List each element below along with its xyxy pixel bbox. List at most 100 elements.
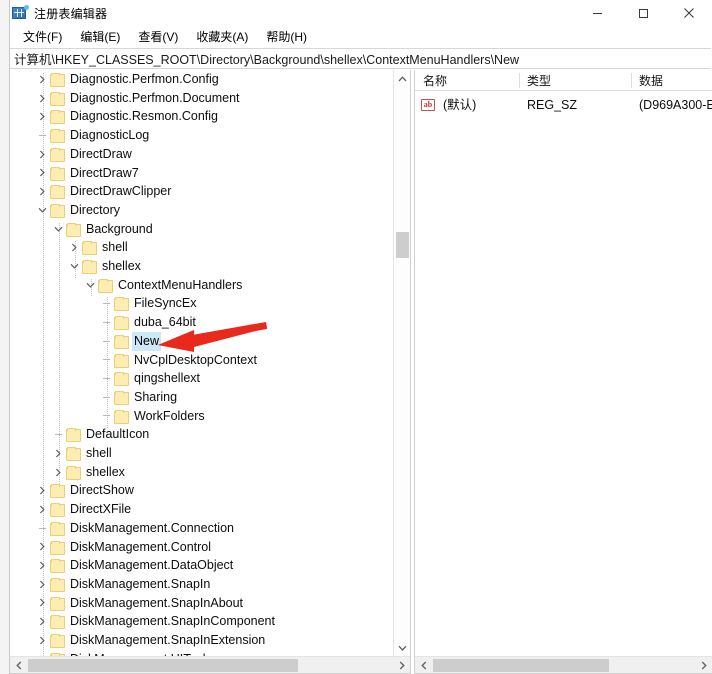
tree-scroll-down-icon[interactable] bbox=[394, 639, 410, 656]
tree-node[interactable]: NvCplDesktopContext bbox=[10, 351, 410, 370]
tree-node-label: Sharing bbox=[134, 389, 178, 404]
column-header-data[interactable]: 数据 bbox=[631, 70, 712, 91]
folder-icon bbox=[66, 447, 81, 461]
tree-vertical-scrollbar[interactable] bbox=[393, 70, 410, 656]
tree-leaf-marker-icon bbox=[98, 369, 114, 388]
values-scroll-left-icon[interactable] bbox=[415, 657, 432, 674]
value-name: (默认) bbox=[443, 98, 477, 112]
tree-node[interactable]: duba_64bit bbox=[10, 313, 410, 332]
tree-leaf-marker-icon bbox=[98, 388, 114, 407]
chevron-right-icon[interactable] bbox=[34, 70, 50, 89]
chevron-right-icon[interactable] bbox=[50, 463, 66, 482]
tree-node[interactable]: DirectXFile bbox=[10, 500, 410, 519]
menu-edit[interactable]: 编辑(E) bbox=[71, 27, 129, 47]
tree-leaf-marker-icon bbox=[98, 313, 114, 332]
tree-scroll-left-icon[interactable] bbox=[10, 657, 27, 674]
tree-node[interactable]: shell bbox=[10, 444, 410, 463]
chevron-right-icon[interactable] bbox=[34, 612, 50, 631]
minimize-button[interactable] bbox=[574, 0, 620, 26]
chevron-right-icon[interactable] bbox=[34, 538, 50, 557]
tree-node[interactable]: DirectDraw bbox=[10, 145, 410, 164]
column-header-name[interactable]: 名称 bbox=[415, 70, 519, 91]
chevron-right-icon[interactable] bbox=[34, 594, 50, 613]
chevron-right-icon[interactable] bbox=[34, 107, 50, 126]
folder-icon bbox=[82, 260, 97, 274]
tree-node[interactable]: DiskManagement.Control bbox=[10, 538, 410, 557]
menu-bar: 文件(F) 编辑(E) 查看(V) 收藏夹(A) 帮助(H) bbox=[10, 26, 712, 48]
chevron-right-icon[interactable] bbox=[34, 575, 50, 594]
close-button[interactable] bbox=[666, 0, 712, 26]
folder-icon bbox=[66, 222, 81, 237]
tree-node[interactable]: shellex bbox=[10, 463, 410, 482]
tree-node[interactable]: DiskManagement.SnapInComponent bbox=[10, 612, 410, 631]
tree-node[interactable]: shell bbox=[10, 238, 410, 257]
tree-node[interactable]: DirectDraw7 bbox=[10, 164, 410, 183]
tree-node-label: DiskManagement.Connection bbox=[70, 520, 234, 535]
chevron-right-icon[interactable] bbox=[34, 164, 50, 183]
tree-node[interactable]: shellex bbox=[10, 257, 410, 276]
chevron-right-icon[interactable] bbox=[34, 481, 50, 500]
column-header-type[interactable]: 类型 bbox=[519, 70, 631, 91]
tree-hscrollbar-thumb[interactable] bbox=[28, 659, 298, 672]
chevron-right-icon[interactable] bbox=[34, 89, 50, 108]
tree-node-label: DirectDraw bbox=[70, 146, 132, 161]
tree-node[interactable]: WorkFolders bbox=[10, 407, 410, 426]
tree-node[interactable]: DiskManagement.SnapInAbout bbox=[10, 594, 410, 613]
folder-icon bbox=[50, 634, 65, 648]
tree-node[interactable]: DefaultIcon bbox=[10, 425, 410, 444]
tree-node[interactable]: DiagnosticLog bbox=[10, 126, 410, 145]
value-data: (D969A300-E bbox=[639, 98, 712, 112]
chevron-down-icon[interactable] bbox=[50, 220, 66, 239]
tree-node[interactable]: Sharing bbox=[10, 388, 410, 407]
menu-file[interactable]: 文件(F) bbox=[14, 27, 71, 47]
tree-node[interactable]: DiskManagement.Connection bbox=[10, 519, 410, 538]
tree-node[interactable]: Directory bbox=[10, 201, 410, 220]
tree-node-selected[interactable]: New bbox=[10, 331, 410, 351]
chevron-right-icon[interactable] bbox=[34, 631, 50, 650]
chevron-down-icon[interactable] bbox=[82, 276, 98, 295]
string-value-icon: ab bbox=[421, 99, 435, 111]
tree-node[interactable]: Diagnostic.Perfmon.Document bbox=[10, 89, 410, 108]
tree-node-label: DiagnosticLog bbox=[70, 128, 150, 143]
tree-node[interactable]: FileSyncEx bbox=[10, 294, 410, 313]
address-bar[interactable]: 计算机\HKEY_CLASSES_ROOT\Directory\Backgrou… bbox=[10, 48, 711, 69]
tree-scroll-up-icon[interactable] bbox=[394, 70, 410, 87]
tree-node-label: shellex bbox=[86, 464, 125, 479]
tree-leaf-marker-icon bbox=[98, 332, 114, 351]
tree-node[interactable]: DiskManagement.SnapIn bbox=[10, 575, 410, 594]
tree-node[interactable]: Background bbox=[10, 220, 410, 239]
tree-node[interactable]: DirectShow bbox=[10, 481, 410, 500]
tree-node[interactable]: DiskManagement.SnapInExtension bbox=[10, 631, 410, 650]
menu-help[interactable]: 帮助(H) bbox=[257, 27, 316, 47]
folder-icon bbox=[50, 540, 65, 555]
folder-icon bbox=[82, 241, 97, 256]
tree-node[interactable]: ContextMenuHandlers bbox=[10, 276, 410, 295]
chevron-down-icon[interactable] bbox=[66, 257, 82, 276]
chevron-right-icon[interactable] bbox=[34, 556, 50, 575]
tree-scroll-right-icon[interactable] bbox=[393, 657, 410, 674]
menu-favorites[interactable]: 收藏夹(A) bbox=[187, 27, 257, 47]
tree-node-label: DiskManagement.DataObject bbox=[70, 558, 234, 573]
tree-node-label: DirectDraw7 bbox=[70, 165, 139, 180]
tree-horizontal-scrollbar[interactable] bbox=[10, 656, 410, 673]
chevron-right-icon[interactable] bbox=[34, 182, 50, 201]
chevron-down-icon[interactable] bbox=[34, 201, 50, 220]
menu-view[interactable]: 查看(V) bbox=[129, 27, 187, 47]
chevron-right-icon[interactable] bbox=[50, 444, 66, 463]
tree-node[interactable]: Diagnostic.Perfmon.Config bbox=[10, 70, 410, 89]
folder-icon bbox=[114, 334, 129, 349]
chevron-right-icon[interactable] bbox=[34, 500, 50, 519]
tree-node-label: shell bbox=[86, 446, 112, 460]
maximize-button[interactable] bbox=[620, 0, 666, 26]
values-hscrollbar-thumb[interactable] bbox=[433, 659, 609, 672]
tree-node[interactable]: DirectDrawClipper bbox=[10, 182, 410, 201]
table-row[interactable]: ab (默认) REG_SZ (D969A300-E bbox=[415, 95, 712, 116]
chevron-right-icon[interactable] bbox=[66, 238, 82, 257]
tree-scrollbar-thumb[interactable] bbox=[396, 232, 409, 258]
chevron-right-icon[interactable] bbox=[34, 145, 50, 164]
tree-node[interactable]: DiskManagement.DataObject bbox=[10, 556, 410, 575]
values-horizontal-scrollbar[interactable] bbox=[415, 656, 712, 673]
tree-node[interactable]: qingshellext bbox=[10, 369, 410, 388]
tree-node[interactable]: Diagnostic.Resmon.Config bbox=[10, 107, 410, 126]
values-scroll-right-icon[interactable] bbox=[695, 657, 712, 674]
